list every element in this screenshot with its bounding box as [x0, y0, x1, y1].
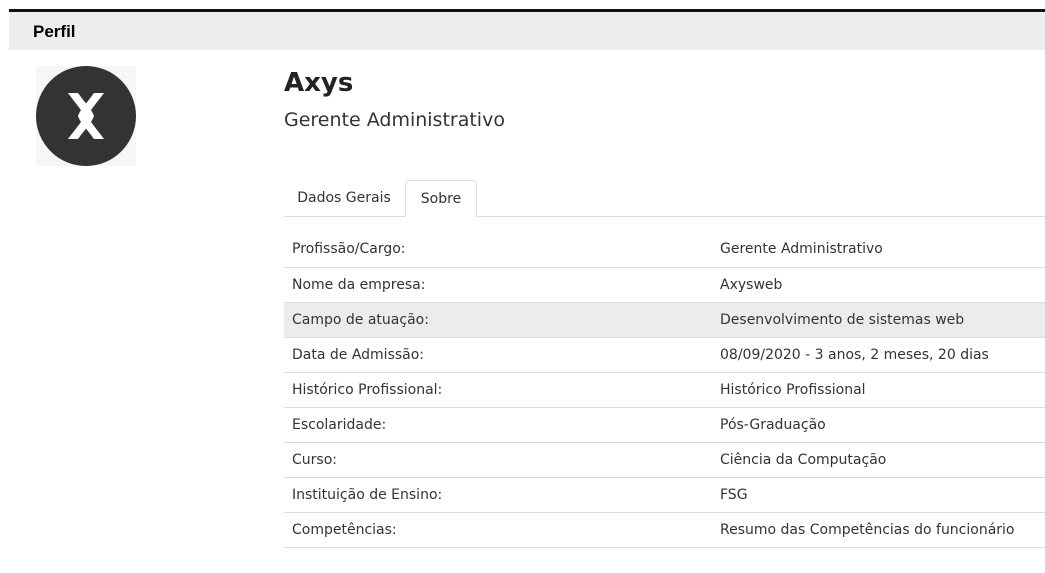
detail-value: Resumo das Competências do funcionário	[720, 521, 1015, 538]
detail-label: Profissão/Cargo:	[292, 241, 406, 258]
detail-value: Desenvolvimento de sistemas web	[720, 311, 965, 328]
table-row: Campo de atuação: Desenvolvimento de sis…	[284, 302, 1045, 337]
detail-label: Curso:	[292, 451, 337, 468]
tab-dados-gerais[interactable]: Dados Gerais	[284, 180, 404, 216]
detail-label: Histórico Profissional:	[292, 381, 443, 398]
detail-label: Competências:	[292, 521, 397, 538]
table-row: Curso: Ciência da Computação	[284, 442, 1045, 477]
detail-label: Escolaridade:	[292, 416, 387, 433]
detail-label: Campo de atuação:	[292, 311, 429, 328]
table-row: Instituição de Ensino: FSG	[284, 477, 1045, 512]
table-row: Escolaridade: Pós-Graduação	[284, 407, 1045, 442]
table-row: Profissão/Cargo: Gerente Administrativo	[284, 232, 1045, 267]
panel-header: Perfil	[9, 12, 1045, 50]
detail-value: Pós-Graduação	[720, 416, 826, 433]
profile-role: Gerente Administrativo	[284, 109, 505, 131]
detail-value: Histórico Profissional	[720, 381, 866, 398]
table-row: Nome da empresa: Axysweb	[284, 267, 1045, 302]
detail-value: FSG	[720, 486, 748, 503]
axys-x-logo-icon	[36, 66, 136, 166]
table-row: Competências: Resumo das Competências do…	[284, 512, 1045, 547]
detail-value: 08/09/2020 - 3 anos, 2 meses, 20 dias	[720, 346, 989, 363]
detail-value: Gerente Administrativo	[720, 241, 883, 258]
panel-title: Perfil	[33, 22, 76, 41]
detail-value: Axysweb	[720, 276, 783, 293]
profile-details-table: Profissão/Cargo: Gerente Administrativo …	[284, 232, 1045, 548]
company-logo	[36, 66, 136, 166]
tab-sobre[interactable]: Sobre	[405, 180, 477, 217]
profile-tabs: Dados Gerais Sobre	[284, 180, 1045, 217]
detail-label: Data de Admissão:	[292, 346, 425, 363]
detail-value: Ciência da Computação	[720, 451, 887, 468]
table-row: Data de Admissão: 08/09/2020 - 3 anos, 2…	[284, 337, 1045, 372]
detail-label: Instituição de Ensino:	[292, 486, 443, 503]
table-row: Histórico Profissional: Histórico Profis…	[284, 372, 1045, 407]
detail-label: Nome da empresa:	[292, 276, 426, 293]
profile-name: Axys	[284, 68, 354, 98]
